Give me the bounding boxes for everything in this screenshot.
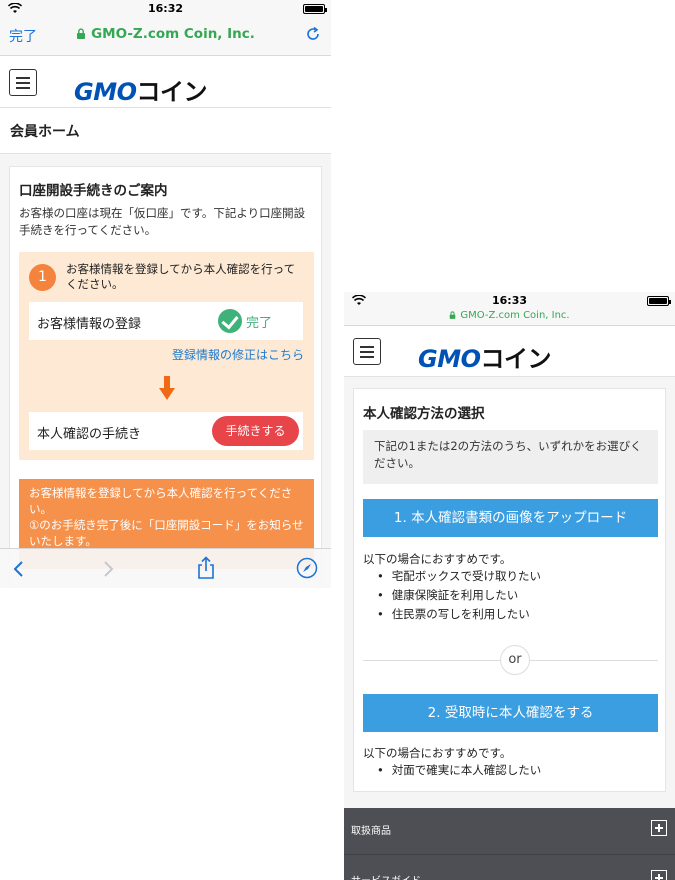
or-separator: or (500, 645, 530, 675)
selection-note: 下記の1または2の方法のうち、いずれかをお選びください。 (363, 430, 658, 484)
option1-recommend-title: 以下の場合におすすめです。 (363, 552, 512, 566)
option1-recommend-list: 宅配ボックスで受け取りたい 健康保険証を利用したい 住民票の写しを利用したい (377, 567, 541, 624)
list-item: 健康保険証を利用したい (377, 586, 541, 605)
card-title: 口座開設手続きのご案内 (19, 183, 168, 199)
compass-icon[interactable] (296, 557, 318, 579)
screenshot-stage: 16:32 完了 GMO-Z.com Coin, Inc. GMOコイン 会員ホ… (0, 0, 675, 880)
hamburger-menu-icon[interactable] (9, 69, 37, 96)
back-icon[interactable] (12, 560, 24, 578)
registration-label: お客様情報の登録 (37, 317, 142, 332)
option2-recommend-list: 対面で確実に本人確認したい (377, 761, 542, 780)
logo-coin: コイン (136, 78, 207, 106)
account-setup-card: 口座開設手続きのご案内 お客様の口座は現在「仮口座」です。下記より口座開設手続き… (9, 166, 322, 588)
footer-divider (344, 854, 675, 855)
phone-screen-left: 16:32 完了 GMO-Z.com Coin, Inc. GMOコイン 会員ホ… (0, 0, 331, 588)
page-title: 会員ホーム (0, 108, 331, 154)
hamburger-menu-icon[interactable] (353, 338, 381, 365)
status-time: 16:32 (147, 2, 183, 15)
share-icon[interactable] (196, 556, 216, 580)
upload-documents-button[interactable]: 1. 本人確認書類の画像をアップロード (363, 499, 658, 537)
expand-plus-icon[interactable] (651, 870, 667, 880)
logo-gmo: GMO (418, 345, 481, 373)
url-text: GMO-Z.com Coin, Inc. (91, 26, 255, 42)
status-time: 16:33 (491, 294, 527, 307)
site-footer: 取扱商品 サービスガイド (344, 808, 675, 880)
url-display[interactable]: GMO-Z.com Coin, Inc. (0, 26, 331, 42)
completed-badge: 完了 (218, 309, 272, 333)
site-header: GMOコイン (344, 326, 675, 377)
step-number-badge: 1 (29, 264, 56, 291)
list-item: 宅配ボックスで受け取りたい (377, 567, 541, 586)
lock-icon (450, 311, 456, 319)
verify-on-delivery-button[interactable]: 2. 受取時に本人確認をする (363, 694, 658, 732)
notice-line-1: お客様情報を登録してから本人確認を行ってください。 (29, 486, 293, 516)
lock-icon (77, 28, 86, 39)
card-title: 本人確認方法の選択 (363, 406, 485, 422)
forward-icon[interactable] (103, 560, 115, 578)
arrow-down-icon (159, 376, 175, 400)
footer-item-service-guide[interactable]: サービスガイド (351, 872, 421, 880)
option2-recommend-title: 以下の場合におすすめです。 (363, 746, 512, 760)
status-bar: 16:33 (344, 292, 675, 309)
status-bar: 16:32 (0, 0, 331, 18)
step-box: 1 お客様情報を登録してから本人確認を行ってください。 お客様情報の登録 完了 … (19, 252, 314, 460)
url-text: GMO-Z.com Coin, Inc. (460, 310, 570, 321)
notice-line-2: ①のお手続き完了後に「口座開設コード」をお知らせいたします。 (29, 518, 304, 548)
identity-verification-row: 本人確認の手続き 手続きする (29, 412, 303, 450)
footer-item-products[interactable]: 取扱商品 (351, 822, 391, 837)
phone-screen-right: 16:33 GMO-Z.com Coin, Inc. GMOコイン 本人確認方法… (344, 292, 675, 880)
identity-verification-label: 本人確認の手続き (37, 427, 142, 442)
logo-gmo: GMO (74, 78, 137, 106)
completed-text: 完了 (246, 315, 273, 331)
gmo-coin-logo[interactable]: GMOコイン (418, 339, 551, 374)
url-display[interactable]: GMO-Z.com Coin, Inc. (344, 309, 675, 326)
edit-registration-link[interactable]: 登録情報の修正はこちら (172, 346, 304, 363)
logo-coin: コイン (480, 345, 551, 373)
check-circle-icon (218, 309, 242, 333)
start-procedure-button[interactable]: 手続きする (212, 416, 299, 446)
card-intro: お客様の口座は現在「仮口座」です。下記より口座開設手続きを行ってください。 (19, 206, 306, 237)
registration-row: お客様情報の登録 完了 (29, 302, 303, 340)
browser-toolbar (0, 548, 331, 588)
step-instruction: お客様情報を登録してから本人確認を行ってください。 (66, 262, 296, 291)
list-item: 住民票の写しを利用したい (377, 605, 541, 624)
list-item: 対面で確実に本人確認したい (377, 761, 542, 780)
battery-icon (647, 296, 671, 306)
verification-method-card: 本人確認方法の選択 下記の1または2の方法のうち、いずれかをお選びください。 1… (353, 388, 666, 792)
reload-icon[interactable] (305, 26, 321, 42)
browser-address-bar: 完了 GMO-Z.com Coin, Inc. (0, 18, 331, 56)
expand-plus-icon[interactable] (651, 820, 667, 836)
site-header: GMOコイン (0, 56, 331, 108)
gmo-coin-logo[interactable]: GMOコイン (74, 72, 207, 107)
battery-icon (303, 4, 327, 14)
